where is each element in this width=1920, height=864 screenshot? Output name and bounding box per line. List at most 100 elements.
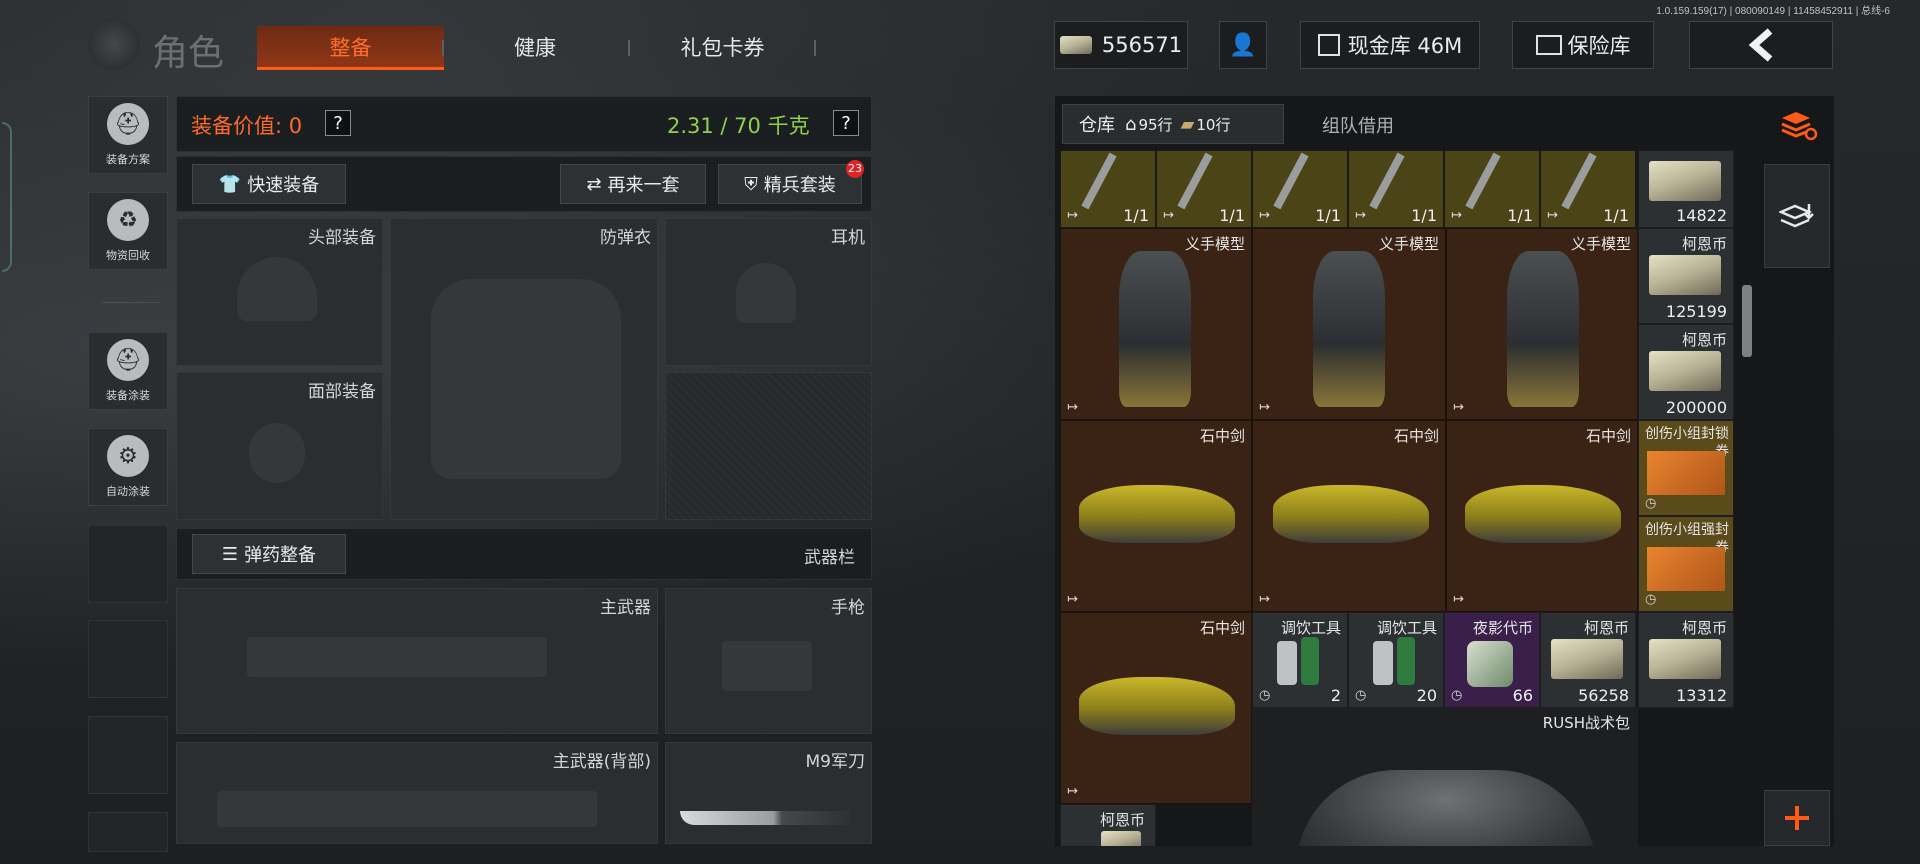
inventory-item-tool[interactable]: ↦ 1/1 — [1540, 150, 1636, 228]
helmet-icon: ⛑ — [107, 103, 149, 145]
tab-team-borrow[interactable]: 组队借用 — [1322, 112, 1394, 138]
slot-head[interactable]: 头部装备 — [176, 218, 383, 366]
item-name: 调饮工具 — [1376, 619, 1437, 637]
inventory-grid: ↦ 1/1 ↦ 1/1 ↦ 1/1 ↦ 1/1 ↦ 1/1 ↦ 1/1 1482… — [1060, 150, 1743, 846]
slot-primary-back[interactable]: 主武器(背部) — [176, 742, 658, 844]
inventory-item-tool[interactable]: ↦ 1/1 — [1348, 150, 1444, 228]
tab-equip[interactable]: 整备 — [257, 26, 444, 70]
inventory-item-tool[interactable]: ↦ 1/1 — [1444, 150, 1540, 228]
inventory-item-coin[interactable]: 柯恩币 125199 — [1638, 228, 1734, 324]
exit-icon: ↦ — [1067, 784, 1078, 799]
inventory-item-lock-voucher[interactable]: 创伤小组强封券 ◷ — [1638, 516, 1734, 612]
ammo-button[interactable]: ☰ 弹药整备 — [192, 534, 346, 574]
home-icon: ⌂ — [1125, 113, 1137, 135]
slot-label: 主武器 — [600, 598, 651, 618]
currency-display[interactable]: 556571 — [1054, 21, 1188, 69]
slot-label: 头部装备 — [308, 228, 376, 248]
inventory-item-hand-model[interactable]: 义手模型 ↦ — [1060, 228, 1252, 420]
inventory-item-coin[interactable]: 柯恩币 200000 — [1638, 324, 1734, 420]
inventory-item-tool[interactable]: ↦ 1/1 — [1060, 150, 1156, 228]
item-count: 125199 — [1665, 302, 1727, 321]
item-count: 200000 — [1665, 398, 1727, 417]
exit-icon: ↦ — [1547, 208, 1558, 223]
quick-equip-button[interactable]: 👕 快速装备 — [192, 164, 346, 204]
slot-knife[interactable]: M9军刀 — [665, 742, 872, 844]
inventory-item-coin[interactable]: 柯恩币 — [1060, 804, 1156, 846]
inventory-item-lock-voucher[interactable]: 创伤小组封锁券 ◷ — [1638, 420, 1734, 516]
store-all-button[interactable] — [1764, 164, 1830, 268]
item-count: 1/1 — [1315, 206, 1341, 225]
voucher-icon — [1647, 547, 1725, 591]
equip-value: 装备价值: 0 — [191, 114, 303, 138]
tool-icon — [1177, 152, 1213, 210]
inventory-item-sword-car[interactable]: 石中剑 ↦ — [1060, 612, 1252, 804]
safe-button[interactable]: 保险库 — [1512, 21, 1654, 69]
slot-face[interactable]: 面部装备 — [176, 372, 383, 520]
inventory-item-sword-car[interactable]: 石中剑 ↦ — [1446, 420, 1638, 612]
sidebar-item-paint[interactable]: ⛑ 装备涂装 — [88, 332, 168, 410]
safe-icon — [1535, 35, 1562, 55]
elite-set-label: 精兵套装 — [763, 175, 836, 196]
inventory-item-coin[interactable]: 柯恩币 13312 — [1638, 612, 1734, 708]
tab-health[interactable]: 健康 — [460, 26, 610, 70]
item-name: 柯恩币 — [1681, 331, 1727, 349]
inventory-item-drink-tool[interactable]: 调饮工具 ◷ 20 — [1348, 612, 1444, 708]
ammo-icon: ☰ — [221, 543, 239, 565]
clock-icon: ◷ — [1645, 592, 1657, 607]
inventory-item-tool[interactable]: ↦ 1/1 — [1252, 150, 1348, 228]
tab-gift-vouchers[interactable]: 礼包卡券 — [640, 26, 805, 70]
agent-button[interactable]: 👤 — [1219, 21, 1267, 69]
item-count: 1/1 — [1219, 206, 1245, 225]
item-name: 柯恩币 — [1099, 811, 1145, 829]
voucher-icon — [1647, 451, 1725, 495]
hand-model-icon — [1507, 251, 1579, 407]
recycle-icon: ♻ — [107, 199, 149, 241]
left-edge-handle[interactable] — [2, 122, 12, 272]
cash-vault-button[interactable]: 现金库 46M — [1300, 21, 1480, 69]
bottle-icon — [1397, 637, 1415, 685]
cash-icon — [1059, 36, 1092, 54]
inventory-scrollbar[interactable] — [1742, 285, 1752, 357]
item-count: 20 — [1416, 686, 1437, 705]
help-icon[interactable]: ? — [325, 110, 351, 136]
sidebar-item-loadout[interactable]: ⛑ 装备方案 — [88, 96, 168, 174]
item-name: 夜影代币 — [1472, 619, 1533, 637]
exit-icon: ↦ — [1453, 400, 1464, 415]
shirt-icon: 👕 — [218, 173, 242, 195]
again-button[interactable]: ⇄ 再来一套 — [560, 164, 706, 204]
inventory-item-rush-bag[interactable]: RUSH战术包 — [1252, 708, 1638, 846]
tool-icon — [1369, 152, 1405, 210]
slot-pistol[interactable]: 手枪 — [665, 588, 872, 734]
inventory-item-coin[interactable]: 14822 — [1638, 150, 1734, 228]
equip-header: 装备价值: 0 ? 2.31 / 70 千克 ? — [176, 96, 872, 152]
slot-earphone[interactable]: 耳机 — [665, 218, 872, 366]
item-name: 柯恩币 — [1583, 619, 1629, 637]
inventory-item-coin[interactable]: 柯恩币 56258 — [1540, 612, 1636, 708]
item-name: 调饮工具 — [1280, 619, 1341, 637]
tab-storage[interactable]: 仓库 ⌂ 95行 ▰ 10行 — [1062, 104, 1284, 144]
stack-refresh-icon — [1781, 112, 1818, 141]
sidebar-item-autopaint[interactable]: ⚙ 自动涂装 — [88, 428, 168, 506]
sort-stack-button[interactable] — [1778, 108, 1818, 142]
bottle-icon — [1373, 641, 1393, 685]
back-button[interactable] — [1689, 21, 1833, 69]
inventory-item-sword-car[interactable]: 石中剑 ↦ — [1060, 420, 1252, 612]
add-button[interactable] — [1764, 790, 1830, 846]
inventory-item-drink-tool[interactable]: 调饮工具 ◷ 2 — [1252, 612, 1348, 708]
elite-set-button[interactable]: ⛨ 精兵套装 — [718, 164, 862, 204]
plus-icon — [1785, 806, 1809, 830]
vest-ghost-icon — [431, 279, 621, 479]
inventory-item-sword-car[interactable]: 石中剑 ↦ — [1252, 420, 1446, 612]
inventory-item-hand-model[interactable]: 义手模型 ↦ — [1252, 228, 1446, 420]
slot-primary[interactable]: 主武器 — [176, 588, 658, 734]
pistol-ghost-icon — [722, 641, 812, 691]
cash-vault-label: 现金库 46M — [1347, 34, 1463, 58]
refresh-icon: ⇄ — [586, 173, 602, 195]
sidebar-item-recycle[interactable]: ♻ 物资回收 — [88, 192, 168, 270]
sports-car-icon — [1465, 485, 1621, 543]
inventory-item-hand-model[interactable]: 义手模型 ↦ — [1446, 228, 1638, 420]
inventory-item-tool[interactable]: ↦ 1/1 — [1156, 150, 1252, 228]
help-icon[interactable]: ? — [833, 110, 859, 136]
slot-armor[interactable]: 防弹衣 — [390, 218, 658, 520]
inventory-item-night-coin[interactable]: 夜影代币 ◷ 66 — [1444, 612, 1540, 708]
